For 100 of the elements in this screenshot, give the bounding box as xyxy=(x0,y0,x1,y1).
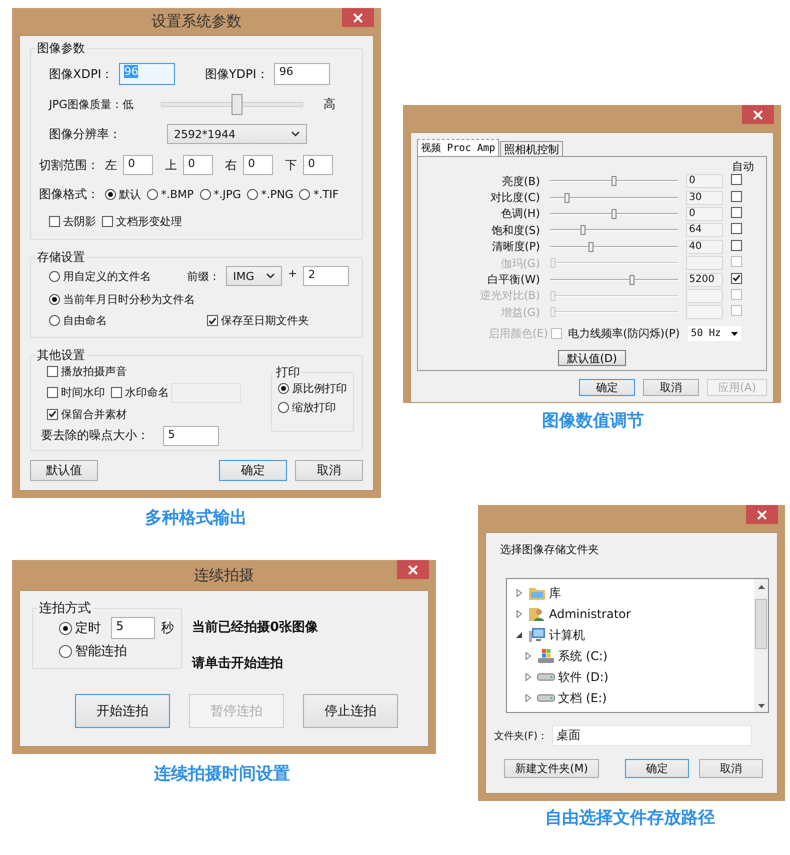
radio-button[interactable] xyxy=(147,189,158,200)
value-field[interactable]: 30 xyxy=(686,190,723,205)
value-field[interactable] xyxy=(686,288,723,303)
input-field[interactable]: 5 xyxy=(111,617,155,639)
input-field[interactable]: 0 xyxy=(123,155,153,175)
slider-thumb[interactable] xyxy=(612,208,616,219)
slider-thumb[interactable] xyxy=(612,176,616,186)
input-field[interactable]: 0 xyxy=(303,155,333,175)
tab[interactable]: 照相机控制 xyxy=(500,141,564,156)
radio-button[interactable] xyxy=(49,315,60,326)
radio-button[interactable] xyxy=(59,644,72,658)
checkbox[interactable] xyxy=(731,272,742,284)
input-field[interactable]: 5 xyxy=(163,426,219,446)
close-button[interactable] xyxy=(342,8,374,27)
input-field[interactable]: 桌面 xyxy=(552,725,752,746)
checkbox[interactable] xyxy=(47,366,58,376)
collapsed-arrow-icon[interactable] xyxy=(515,589,523,597)
input-field[interactable]: 0 xyxy=(183,155,213,175)
checkbox[interactable] xyxy=(111,387,122,398)
slider-thumb[interactable] xyxy=(629,274,634,285)
tree-item[interactable]: 软件 (D:) xyxy=(558,668,608,686)
value-field[interactable]: 40 xyxy=(686,240,723,254)
value-field[interactable]: 5200 xyxy=(686,272,723,287)
caret-down-icon xyxy=(730,332,738,336)
value-field[interactable]: 0 xyxy=(686,206,723,221)
radio-button[interactable] xyxy=(278,382,289,394)
radio-button[interactable] xyxy=(200,189,211,200)
checkbox[interactable] xyxy=(49,216,60,227)
option-label: *.BMP xyxy=(161,188,194,201)
radio-button[interactable] xyxy=(299,189,310,200)
field-label: 图像分辨率： xyxy=(48,126,122,142)
tree-item[interactable]: 计算机 xyxy=(549,626,585,644)
default-button[interactable]: 默认值(D) xyxy=(558,350,626,366)
dropdown[interactable]: 50 Hz xyxy=(688,326,741,342)
checkbox[interactable] xyxy=(47,408,58,420)
dialog-button[interactable]: 确定 xyxy=(219,460,287,480)
radio-button[interactable] xyxy=(105,189,116,200)
dialog-button[interactable]: 取消 xyxy=(699,759,763,778)
tree-item[interactable]: Administrator xyxy=(549,607,631,621)
checkbox[interactable] xyxy=(731,206,742,218)
option-label: 自由命名 xyxy=(63,313,107,328)
collapsed-arrow-icon[interactable] xyxy=(524,652,532,660)
checkbox[interactable] xyxy=(731,223,742,234)
checkbox[interactable] xyxy=(207,315,218,326)
chevron-down-icon xyxy=(291,131,300,137)
close-button[interactable] xyxy=(742,105,774,124)
tab[interactable]: 视频 Proc Amp xyxy=(417,139,500,156)
radio-button[interactable] xyxy=(59,622,72,634)
value-field[interactable] xyxy=(686,256,723,270)
group-title: 图像参数 xyxy=(36,40,86,57)
slider-label: 清晰度(P) xyxy=(490,239,541,254)
dialog-button[interactable]: 停止连拍 xyxy=(303,694,398,728)
dialog-button[interactable]: 开始连拍 xyxy=(75,694,170,728)
collapsed-arrow-icon[interactable] xyxy=(515,610,523,618)
slider-thumb[interactable] xyxy=(588,242,594,252)
collapsed-arrow-icon[interactable] xyxy=(524,694,532,702)
dropdown[interactable]: IMG xyxy=(226,266,282,286)
checkbox[interactable] xyxy=(731,174,742,186)
tree-item[interactable]: 系统 (C:) xyxy=(558,648,608,664)
close-button[interactable] xyxy=(746,505,778,524)
input-field[interactable]: 2 xyxy=(303,266,350,286)
checkbox[interactable] xyxy=(47,387,58,398)
option-label: 智能连拍 xyxy=(75,643,127,660)
radio-button[interactable] xyxy=(247,189,258,200)
radio-button[interactable] xyxy=(49,270,60,282)
option-label: *.TIF xyxy=(313,188,339,201)
checkbox[interactable] xyxy=(731,190,742,202)
scrollbar[interactable] xyxy=(754,579,768,712)
dialog-button[interactable]: 新建文件夹(M) xyxy=(504,759,599,778)
input-field[interactable]: 96 xyxy=(274,63,330,85)
dialog-button[interactable]: 确定 xyxy=(625,759,689,778)
value-field[interactable] xyxy=(686,305,723,320)
dialog-button[interactable]: 确定 xyxy=(579,378,635,396)
slider-thumb[interactable] xyxy=(580,225,586,236)
slider-thumb[interactable] xyxy=(231,94,242,115)
slider-label: 高 xyxy=(323,96,336,113)
computer-icon xyxy=(528,627,546,643)
radio-button[interactable] xyxy=(278,402,289,412)
dialog-button[interactable]: 取消 xyxy=(295,460,363,480)
slider-thumb[interactable] xyxy=(564,192,570,203)
dropdown[interactable]: 2592*1944 xyxy=(167,124,307,144)
input-field[interactable]: 0 xyxy=(243,155,273,175)
close-button[interactable] xyxy=(397,560,429,579)
scroll-down-icon[interactable] xyxy=(758,704,764,708)
dialog-button[interactable]: 默认值 xyxy=(30,460,98,480)
value-field[interactable]: 0 xyxy=(686,174,723,188)
system-drive-icon xyxy=(537,648,555,664)
tree-item[interactable]: 文档 (E:) xyxy=(558,690,607,706)
group-title: 存储设置 xyxy=(36,249,86,266)
dialog-button[interactable]: 取消 xyxy=(643,378,699,396)
radio-button[interactable] xyxy=(49,294,60,305)
scroll-up-icon[interactable] xyxy=(758,585,764,589)
collapsed-arrow-icon[interactable] xyxy=(524,673,532,681)
checkbox[interactable] xyxy=(102,216,113,227)
expanded-arrow-icon[interactable] xyxy=(515,631,523,639)
field-label: 要去除的噪点大小： xyxy=(41,427,149,444)
value-field[interactable]: 64 xyxy=(686,223,723,238)
tree-item[interactable]: 库 xyxy=(549,584,561,602)
checkbox[interactable] xyxy=(731,240,742,251)
field-label: 前缀： xyxy=(187,268,220,284)
